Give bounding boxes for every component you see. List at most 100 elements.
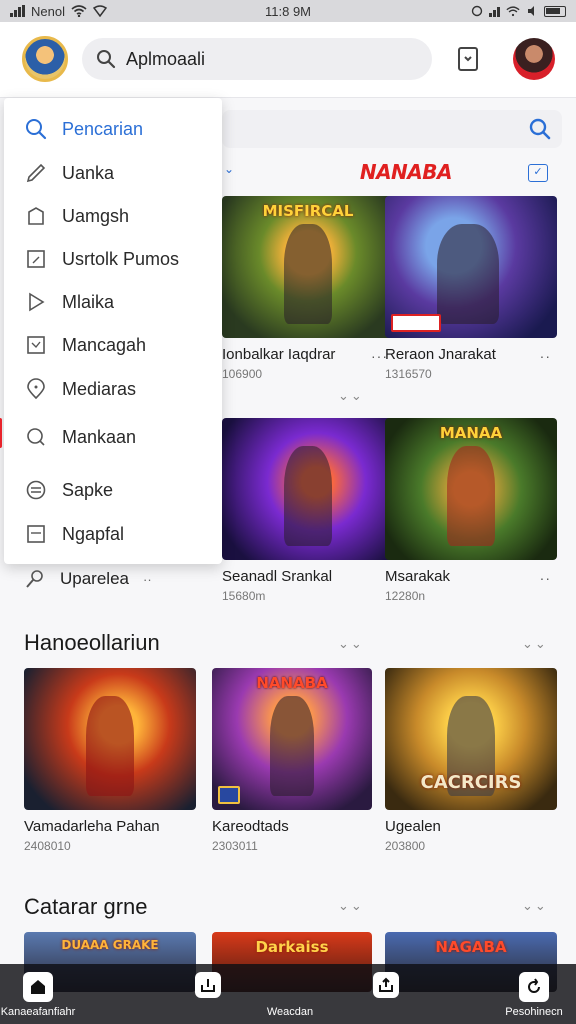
play-icon bbox=[24, 290, 48, 314]
pencil-icon bbox=[24, 161, 48, 185]
drawer-item-label: Mancagah bbox=[62, 334, 147, 355]
more-options-icon[interactable]: ·· bbox=[143, 572, 152, 587]
drawer-item-label: Uamgsh bbox=[62, 205, 130, 226]
chevron-down-icon[interactable]: ⌄⌄ bbox=[522, 898, 548, 914]
signal-icon bbox=[10, 5, 25, 17]
game-card[interactable]: MANAA Msarakak 12280n ·· bbox=[385, 418, 557, 603]
bookmark-button[interactable] bbox=[456, 46, 480, 72]
chevron-down-icon[interactable]: ⌄⌄ bbox=[338, 636, 364, 652]
rating-tag bbox=[391, 314, 441, 332]
bottom-navigation: Kanaeafanfiahr Weacdan Pesohinecn bbox=[0, 964, 576, 1024]
secondary-search-icon[interactable] bbox=[528, 117, 552, 141]
sync-icon bbox=[471, 5, 483, 17]
drawer-item-label: Pencarian bbox=[62, 118, 144, 139]
game-card[interactable]: MISFIRCAL Ionbalkar Iaqdrar 106900 ··· ⌄… bbox=[222, 196, 394, 403]
drawer-item-label: Mlaika bbox=[62, 291, 115, 312]
thumb-title-art: NAGABA bbox=[435, 938, 507, 956]
bookmark-icon bbox=[458, 47, 478, 71]
account-avatar[interactable] bbox=[513, 38, 555, 80]
secondary-search-bar[interactable] bbox=[222, 110, 562, 148]
status-bar: Nenol 11:8 9M bbox=[0, 0, 576, 22]
signal-bars-icon bbox=[489, 5, 500, 17]
top-header: Aplmoaali bbox=[0, 22, 576, 98]
chevron-down-icon[interactable]: ⌄⌄ bbox=[522, 636, 548, 652]
card-title: Kareodtads bbox=[212, 818, 289, 835]
game-card[interactable]: CACRCIRS Ugealen 203800 bbox=[385, 668, 557, 853]
nav-item-discover[interactable]: Weacdan bbox=[240, 972, 340, 1018]
game-card[interactable]: NANABA Kareodtads 2303011 bbox=[212, 668, 384, 853]
brand-badge: NANABA bbox=[359, 160, 453, 184]
search-icon bbox=[97, 50, 116, 69]
drawer-item[interactable]: Ngapfal bbox=[24, 519, 214, 549]
nav-item-home[interactable]: Kanaeafanfiahr bbox=[0, 972, 88, 1018]
game-thumbnail bbox=[385, 196, 557, 338]
chevron-down-icon[interactable]: ⌄⌄ bbox=[338, 388, 364, 404]
brand-row: ⌄ NANABA ✓ bbox=[222, 160, 562, 186]
drawer-item-label: Sapke bbox=[62, 479, 114, 500]
rating-tag bbox=[218, 786, 240, 804]
game-card[interactable]: Vamadarleha Pahan 2408010 bbox=[24, 668, 196, 853]
thumb-title-art: Darkaiss bbox=[255, 938, 329, 956]
lines-circle-icon bbox=[24, 478, 48, 502]
upload-icon bbox=[373, 972, 399, 998]
section-title: Catarar grne bbox=[24, 894, 148, 919]
card-title: Seanadl Srankal bbox=[222, 568, 333, 585]
character-art bbox=[283, 224, 333, 324]
chevron-down-icon[interactable]: ⌄⌄ bbox=[338, 898, 364, 914]
nav-item-upload[interactable] bbox=[336, 972, 436, 998]
card-meta: 203800 bbox=[385, 839, 426, 853]
shield-icon bbox=[92, 5, 107, 17]
corner-box-icon bbox=[24, 247, 48, 271]
chevron-down-icon[interactable]: ⌄ bbox=[224, 162, 234, 176]
card-title: Ionbalkar Iaqdrar bbox=[222, 346, 336, 363]
card-title: Msarakak bbox=[385, 568, 451, 585]
list-item-label: Uparelea bbox=[60, 569, 129, 588]
active-marker bbox=[0, 418, 2, 448]
game-card[interactable]: Reraon Jnarakat 1316570 ·· bbox=[385, 196, 557, 381]
search-bar[interactable]: Aplmoaali bbox=[82, 38, 432, 80]
character-art bbox=[283, 446, 333, 546]
card-meta: 12280n bbox=[385, 589, 426, 603]
more-options-icon[interactable]: ·· bbox=[540, 570, 551, 586]
search-icon bbox=[24, 117, 48, 141]
nav-label: Weacdan bbox=[266, 1006, 314, 1018]
card-meta: 15680m bbox=[222, 589, 266, 603]
drawer-item[interactable]: Usrtolk Pumos bbox=[24, 244, 214, 274]
battery-icon bbox=[544, 5, 566, 17]
corner-box-icon bbox=[24, 333, 48, 357]
more-options-icon[interactable]: ·· bbox=[540, 348, 551, 364]
drawer-item[interactable]: Mankaan bbox=[24, 422, 214, 452]
profile-avatar[interactable] bbox=[22, 36, 68, 82]
drawer-item[interactable]: Mediaras bbox=[24, 374, 214, 404]
game-thumbnail: MISFIRCAL bbox=[222, 196, 394, 338]
game-thumbnail bbox=[24, 668, 196, 810]
pencil-icon bbox=[26, 570, 43, 588]
drawer-item[interactable]: Uamgsh bbox=[24, 201, 214, 231]
verified-icon[interactable]: ✓ bbox=[528, 164, 548, 182]
drawer-item[interactable]: Uanka bbox=[24, 158, 214, 188]
card-meta: 2408010 bbox=[24, 839, 71, 853]
game-thumbnail: MANAA bbox=[385, 418, 557, 560]
status-time: 11:8 9M bbox=[264, 3, 312, 19]
drawer-item[interactable]: Sapke bbox=[24, 475, 214, 505]
status-right bbox=[471, 5, 566, 17]
thumb-title-art: NANABA bbox=[256, 674, 328, 692]
thumb-title-art: MANAA bbox=[439, 424, 503, 442]
card-title: Vamadarleha Pahan bbox=[24, 818, 160, 835]
card-title: Ugealen bbox=[385, 818, 441, 835]
app-root: Nenol 11:8 9M Aplmoaali ⌄ NANABA ✓ MISFI… bbox=[0, 0, 576, 1024]
drawer-item-label: Mediaras bbox=[62, 378, 137, 399]
character-art bbox=[269, 696, 315, 796]
game-card[interactable]: Seanadl Srankal 15680m bbox=[222, 418, 394, 603]
drawer-item-search[interactable]: Pencarian bbox=[24, 114, 214, 144]
wifi-icon bbox=[71, 5, 87, 17]
tag-circle-icon bbox=[24, 425, 48, 449]
drawer-item[interactable]: Mancagah bbox=[24, 330, 214, 360]
section-title: Hanoeollariun bbox=[24, 630, 160, 655]
drawer-item[interactable]: Mlaika bbox=[24, 287, 214, 317]
card-meta: 2303011 bbox=[212, 839, 258, 853]
nav-item-profile[interactable]: Pesohinecn bbox=[484, 972, 576, 1018]
status-left: Nenol bbox=[10, 4, 107, 19]
list-item[interactable]: Uparelea ·· bbox=[24, 568, 152, 590]
character-art bbox=[436, 224, 499, 324]
